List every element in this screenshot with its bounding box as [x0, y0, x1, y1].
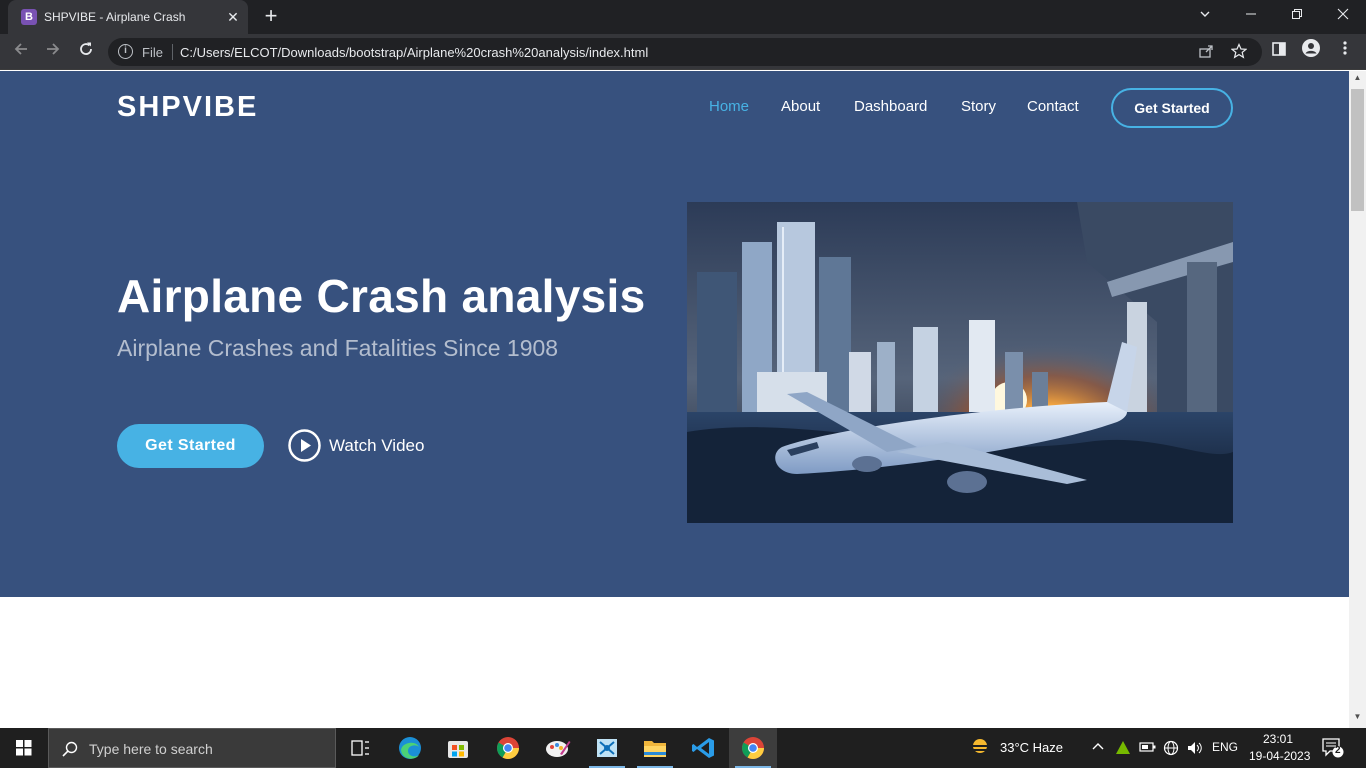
address-divider [172, 44, 173, 60]
vscode-icon[interactable] [680, 728, 728, 768]
taskbar-search-box[interactable]: Type here to search [48, 728, 336, 768]
clock-time[interactable]: 23:01 [1263, 732, 1293, 746]
page-viewport: SHPVIBE Home About Dashboard Story Conta… [0, 71, 1349, 728]
site-logo[interactable]: SHPVIBE [117, 91, 258, 124]
reload-icon[interactable] [73, 39, 99, 65]
file-explorer-icon[interactable] [631, 728, 679, 768]
play-circle-icon [288, 429, 321, 462]
nav-link-home[interactable]: Home [709, 98, 749, 115]
paint-icon[interactable] [533, 728, 581, 768]
scroll-up-arrow-icon[interactable]: ▲ [1349, 73, 1366, 82]
notification-count-badge: 2 [1335, 745, 1341, 756]
hero-title: Airplane Crash analysis [117, 270, 646, 322]
bootstrap-favicon-icon: B [21, 9, 37, 25]
hero-airplane-crash-image [687, 202, 1233, 523]
share-icon[interactable] [1198, 43, 1214, 64]
hero-subtitle: Airplane Crashes and Fatalities Since 19… [117, 335, 559, 361]
bookmark-star-icon[interactable] [1230, 43, 1248, 64]
chrome-icon[interactable] [484, 728, 532, 768]
address-bar[interactable]: i File C:/Users/ELCOT/Downloads/bootstra… [108, 38, 1262, 66]
tab-close-icon[interactable]: ✕ [224, 8, 242, 26]
side-panel-icon[interactable] [1266, 39, 1292, 65]
microsoft-store-icon[interactable] [434, 728, 482, 768]
hero-get-started-button[interactable]: Get Started [117, 424, 264, 468]
profile-avatar-icon[interactable] [1298, 39, 1324, 65]
tab-search-chevron-icon[interactable] [1182, 0, 1228, 30]
nav-link-contact[interactable]: Contact [1027, 98, 1079, 115]
nav-link-dashboard[interactable]: Dashboard [854, 98, 927, 115]
browser-menu-icon[interactable] [1332, 39, 1358, 65]
browser-tab[interactable]: B SHPVIBE - Airplane Crash ✕ [8, 0, 248, 34]
snipping-tool-icon[interactable] [583, 728, 631, 768]
network-globe-icon[interactable] [1163, 740, 1179, 759]
scrollbar-thumb[interactable] [1351, 89, 1364, 211]
back-arrow-icon[interactable] [8, 39, 34, 65]
forward-arrow-icon[interactable] [40, 39, 66, 65]
nvidia-icon[interactable] [1115, 740, 1131, 759]
weather-haze-icon[interactable] [968, 737, 992, 762]
scroll-down-arrow-icon[interactable]: ▼ [1349, 712, 1366, 721]
watch-video-label: Watch Video [329, 436, 425, 455]
task-view-icon[interactable] [336, 728, 384, 768]
chrome-active-icon[interactable] [729, 728, 777, 768]
volume-speaker-icon[interactable] [1186, 740, 1204, 759]
weather-text[interactable]: 33°C Haze [1000, 740, 1063, 755]
edge-browser-icon[interactable] [386, 728, 434, 768]
search-icon [62, 741, 78, 757]
restore-window-icon[interactable] [1274, 0, 1320, 30]
hero-section: SHPVIBE Home About Dashboard Story Conta… [0, 71, 1349, 597]
language-indicator[interactable]: ENG [1212, 740, 1238, 754]
nav-link-about[interactable]: About [781, 98, 820, 115]
address-url[interactable]: C:/Users/ELCOT/Downloads/bootstrap/Airpl… [180, 45, 648, 60]
address-scheme-label: File [142, 45, 163, 60]
close-window-icon[interactable] [1320, 0, 1366, 30]
new-tab-button[interactable]: + [259, 4, 283, 28]
windows-start-icon[interactable] [0, 728, 48, 768]
taskbar-search-placeholder: Type here to search [89, 741, 213, 757]
clock-date[interactable]: 19-04-2023 [1249, 749, 1310, 763]
windows-taskbar: Type here to search 33°C Haze ENG 23:01 … [0, 728, 1366, 768]
show-hidden-icons-chevron-icon[interactable] [1092, 740, 1104, 756]
browser-tab-strip: B SHPVIBE - Airplane Crash ✕ + [0, 0, 1366, 34]
site-info-icon[interactable]: i [118, 44, 133, 59]
nav-link-story[interactable]: Story [961, 98, 996, 115]
nav-get-started-button[interactable]: Get Started [1111, 88, 1233, 128]
minimize-window-icon[interactable] [1228, 0, 1274, 30]
tab-title: SHPVIBE - Airplane Crash [44, 10, 186, 24]
browser-toolbar: i File C:/Users/ELCOT/Downloads/bootstra… [0, 34, 1366, 70]
page-scrollbar[interactable]: ▲ ▼ [1349, 71, 1366, 728]
battery-icon[interactable] [1139, 740, 1157, 757]
